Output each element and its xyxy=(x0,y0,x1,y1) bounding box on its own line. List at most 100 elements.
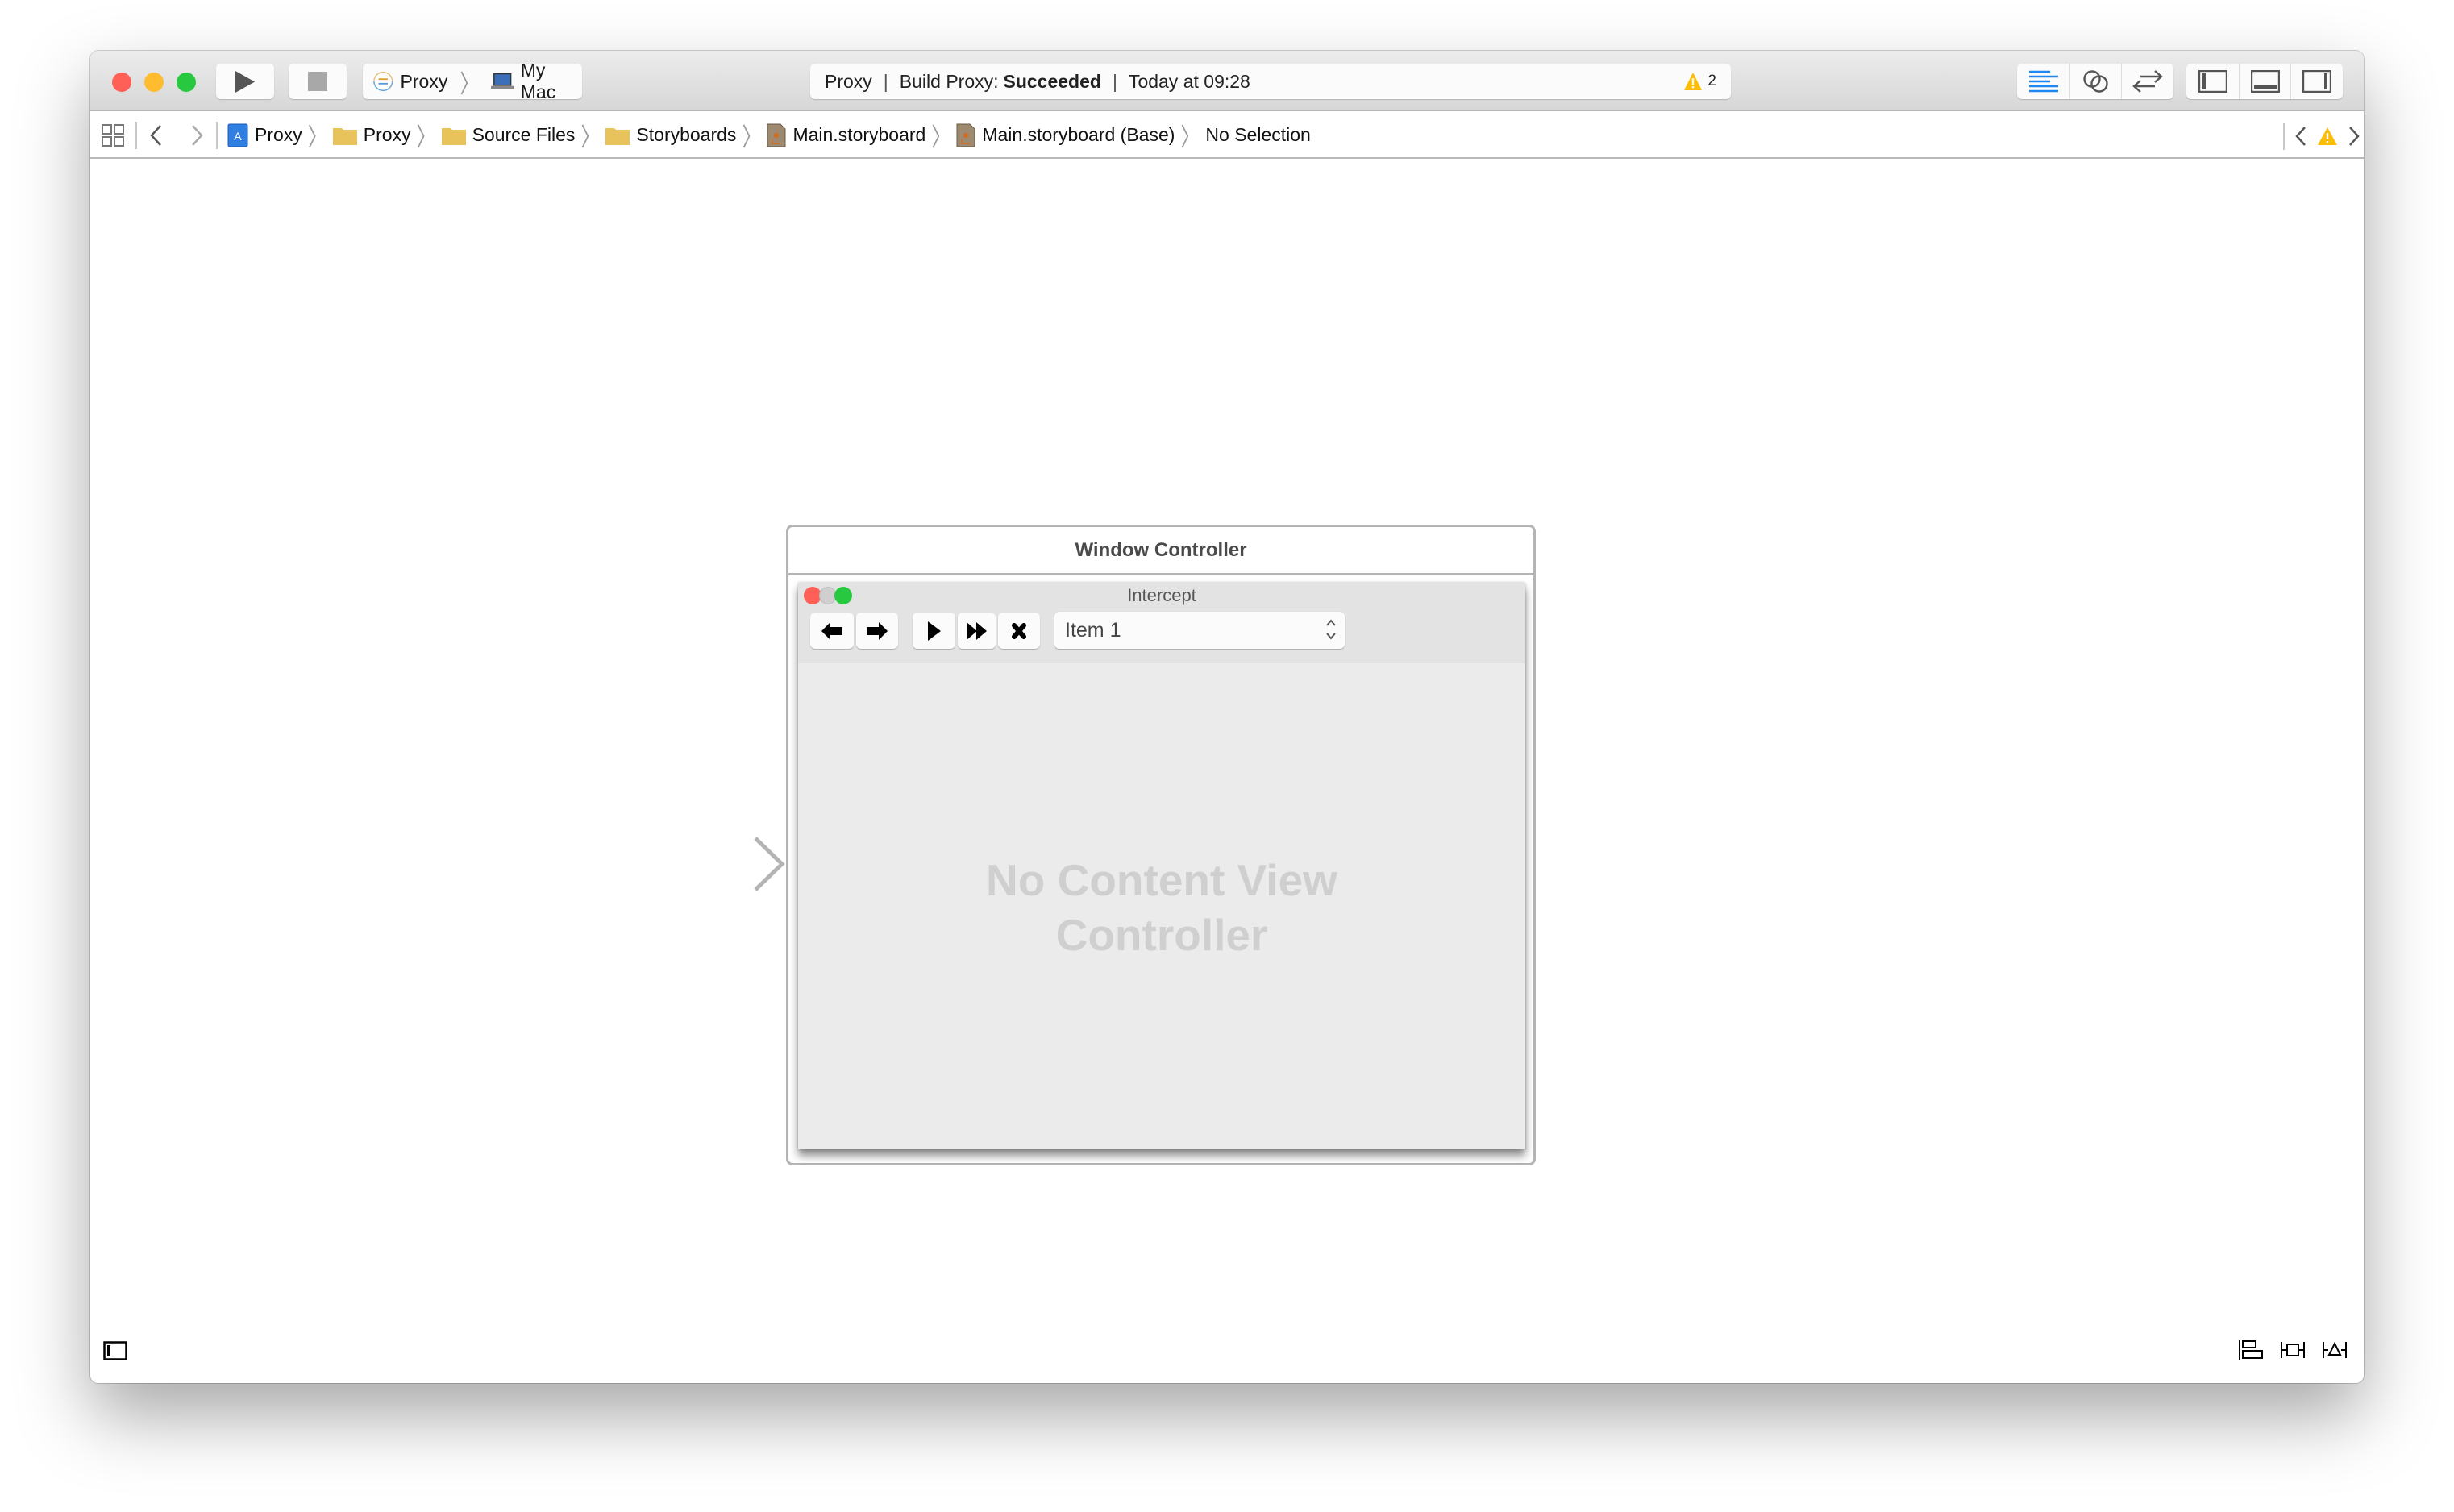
close-button[interactable] xyxy=(112,73,131,92)
breadcrumb-item[interactable]: Storyboards xyxy=(605,124,736,146)
assistant-editor-button[interactable] xyxy=(2070,64,2122,99)
arrow-right-icon xyxy=(867,621,888,640)
stop-button[interactable] xyxy=(289,64,347,99)
scheme-selector[interactable]: Proxy 〉 My Mac xyxy=(363,60,582,102)
chevron-right-icon: 〉 xyxy=(416,123,436,152)
build-status-result: Succeeded xyxy=(1003,70,1101,92)
standard-editor-button[interactable] xyxy=(2017,64,2070,99)
forward-chevron-icon[interactable] xyxy=(190,124,205,147)
play-icon xyxy=(927,621,941,641)
warning-count: 2 xyxy=(1707,73,1716,89)
stack-icon[interactable] xyxy=(2239,1339,2263,1361)
breadcrumb-label: Proxy xyxy=(255,124,302,145)
breadcrumb-label: Main.storyboard xyxy=(792,124,926,145)
no-content-placeholder: No Content View Controller xyxy=(798,853,1525,962)
activity-project: Proxy xyxy=(825,70,872,92)
minimize-button[interactable] xyxy=(144,73,164,92)
folder-icon xyxy=(441,127,466,145)
breadcrumb-label: Proxy xyxy=(363,124,411,145)
related-items-icon[interactable] xyxy=(102,123,124,147)
breadcrumb-item[interactable]: No Selection xyxy=(1205,124,1310,146)
popup-value: Item 1 xyxy=(1065,618,1121,642)
assistant-editor-icon xyxy=(2082,70,2108,93)
scene-title: Window Controller xyxy=(788,527,1533,575)
jump-bar: A Proxy 〉 Proxy 〉 Source Files 〉 Storybo… xyxy=(90,113,2364,159)
separator: | xyxy=(1112,70,1117,92)
toolbar: Proxy 〉 My Mac Proxy | Build Proxy: Succ… xyxy=(90,51,2364,111)
divider xyxy=(216,121,218,149)
view-toggle-group xyxy=(2186,64,2343,99)
svg-text:A: A xyxy=(234,130,242,143)
standard-editor-icon xyxy=(2028,70,2058,93)
version-editor-button[interactable] xyxy=(2122,64,2173,99)
divider xyxy=(135,121,137,149)
folder-icon xyxy=(332,127,357,145)
chevron-up-down-icon xyxy=(1326,619,1336,640)
build-timestamp: Today at 09:28 xyxy=(1128,70,1250,92)
window-toolbar: Intercept Item 1 xyxy=(798,583,1525,663)
breadcrumb-item[interactable]: A Proxy xyxy=(227,123,302,147)
warning-icon[interactable] xyxy=(2317,127,2338,146)
fast-forward-button[interactable] xyxy=(958,613,996,649)
laptop-icon xyxy=(491,73,514,89)
utilities-toggle-button[interactable] xyxy=(2291,64,2343,99)
fast-forward-icon xyxy=(966,621,987,640)
document-outline-toggle-icon[interactable] xyxy=(103,1341,127,1360)
breadcrumb-item[interactable]: Source Files xyxy=(441,124,576,146)
warning-icon xyxy=(1684,73,1703,90)
forward-button[interactable] xyxy=(856,613,898,649)
back-chevron-icon[interactable] xyxy=(148,124,163,147)
navigator-toggle-button[interactable] xyxy=(2186,64,2240,99)
align-icon[interactable] xyxy=(2281,1339,2305,1361)
chevron-right-icon: 〉 xyxy=(1180,123,1200,152)
breadcrumb-item[interactable]: Main.storyboard xyxy=(767,123,925,147)
editor-mode-group xyxy=(2017,64,2173,99)
breadcrumb-label: Main.storyboard (Base) xyxy=(982,124,1175,145)
play-button[interactable] xyxy=(913,613,955,649)
chevron-right-icon: 〉 xyxy=(742,123,762,152)
item-popup-button[interactable]: Item 1 xyxy=(1054,612,1345,649)
xcode-window: Proxy 〉 My Mac Proxy | Build Proxy: Succ… xyxy=(90,51,2364,1383)
navigator-toggle-icon xyxy=(2198,70,2227,93)
play-icon xyxy=(235,70,255,93)
separator: | xyxy=(883,70,888,92)
folder-icon xyxy=(605,127,630,145)
debug-area-toggle-button[interactable] xyxy=(2240,64,2291,99)
activity-viewer[interactable]: Proxy | Build Proxy: Succeeded | Today a… xyxy=(810,64,1731,99)
build-status-label: Build Proxy: xyxy=(899,70,999,92)
scheme-destination: My Mac xyxy=(520,60,556,102)
back-button[interactable] xyxy=(810,613,854,649)
storyboard-file-icon xyxy=(767,123,786,147)
resolve-autolayout-icon[interactable] xyxy=(2323,1339,2347,1361)
run-button[interactable] xyxy=(216,64,274,99)
arrow-left-icon xyxy=(821,621,842,640)
storyboard-file-icon xyxy=(956,123,975,147)
window-controller-scene[interactable]: Window Controller Intercept Item 1 No Co… xyxy=(786,525,1536,1165)
project-icon: A xyxy=(227,123,248,147)
warning-indicator[interactable]: 2 xyxy=(1683,64,1716,99)
scheme-icon xyxy=(373,71,393,92)
version-editor-icon xyxy=(2132,70,2163,93)
scheme-target: Proxy xyxy=(400,70,448,92)
auto-layout-controls xyxy=(2239,1339,2347,1361)
previous-issue-icon[interactable] xyxy=(2294,125,2307,147)
initial-controller-arrow-icon[interactable] xyxy=(622,836,788,892)
breadcrumb-item[interactable]: Main.storyboard (Base) xyxy=(956,123,1175,147)
storyboard-canvas[interactable]: Window Controller Intercept Item 1 No Co… xyxy=(90,160,2364,1383)
breadcrumb-label: Source Files xyxy=(472,124,576,145)
window-title: Intercept xyxy=(1127,585,1196,605)
zoom-button[interactable] xyxy=(177,73,196,92)
x-icon xyxy=(1012,622,1026,639)
breadcrumb-item[interactable]: Proxy xyxy=(332,124,411,146)
breadcrumb-label: No Selection xyxy=(1205,124,1311,145)
stop-button[interactable] xyxy=(998,613,1040,649)
placeholder-line: Controller xyxy=(1055,910,1268,960)
chevron-right-icon: 〉 xyxy=(460,70,480,99)
next-issue-icon[interactable] xyxy=(2348,125,2360,147)
divider xyxy=(2283,122,2285,150)
intercept-window[interactable]: Intercept Item 1 No Content View Control… xyxy=(798,583,1525,1149)
chevron-right-icon: 〉 xyxy=(307,123,327,152)
debug-area-toggle-icon xyxy=(2250,70,2280,93)
placeholder-line: No Content View xyxy=(986,855,1337,905)
chevron-right-icon: 〉 xyxy=(931,123,951,152)
